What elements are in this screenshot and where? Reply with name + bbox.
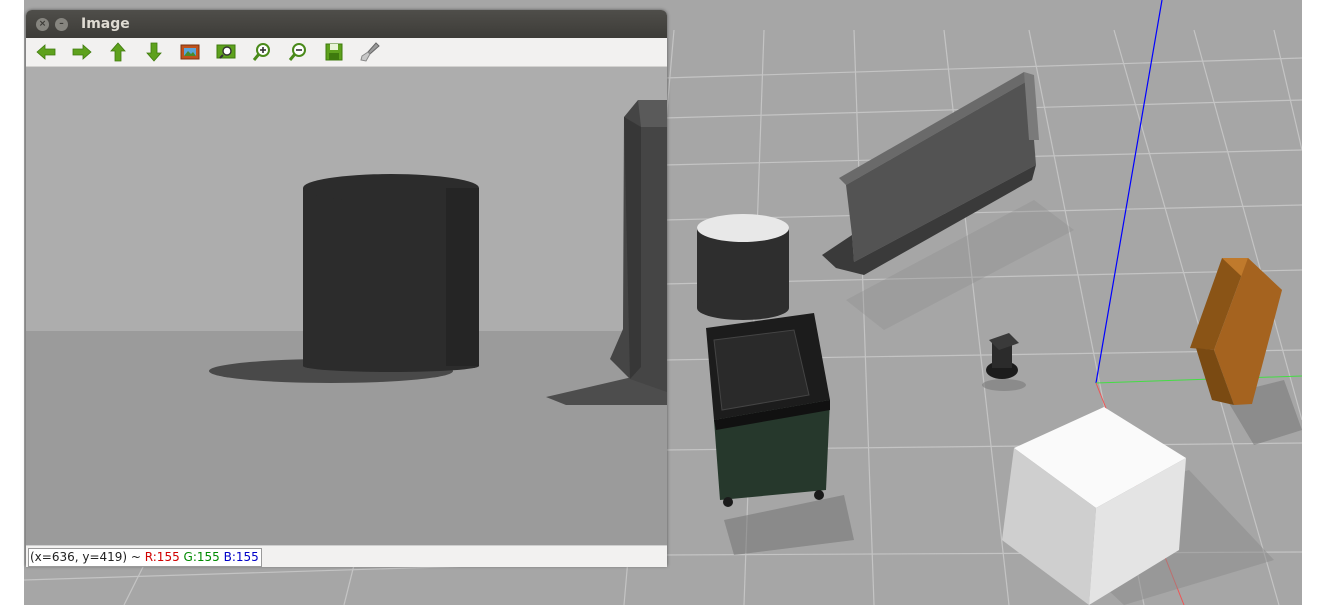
image-viewport[interactable] bbox=[26, 67, 667, 545]
up-arrow-icon[interactable] bbox=[106, 40, 130, 64]
forward-arrow-icon[interactable] bbox=[70, 40, 94, 64]
zoom-out-icon[interactable] bbox=[286, 40, 310, 64]
cylinder-in-image bbox=[303, 174, 479, 372]
minimize-icon[interactable]: – bbox=[55, 18, 68, 31]
blue-value: B:155 bbox=[223, 550, 259, 564]
down-arrow-icon[interactable] bbox=[142, 40, 166, 64]
status-bar: (x=636, y=419) ~ R:155 G:155 B:155 bbox=[26, 545, 667, 567]
close-icon[interactable]: × bbox=[36, 18, 49, 31]
zoom-in-icon[interactable] bbox=[250, 40, 274, 64]
pixel-readout: (x=636, y=419) ~ R:155 G:155 B:155 bbox=[28, 548, 262, 567]
image-view-window[interactable]: × – Image (x=636, y=419) ~ R:155 G:155 B… bbox=[26, 10, 667, 567]
save-icon[interactable] bbox=[322, 40, 346, 64]
green-value: G:155 bbox=[183, 550, 220, 564]
zoom-to-fit-icon[interactable] bbox=[214, 40, 238, 64]
back-arrow-icon[interactable] bbox=[34, 40, 58, 64]
pixel-coordinates: (x=636, y=419) ~ bbox=[30, 550, 145, 564]
window-titlebar[interactable]: × – Image bbox=[26, 10, 667, 38]
brush-icon[interactable] bbox=[358, 40, 382, 64]
red-value: R:155 bbox=[144, 550, 180, 564]
toolbar bbox=[26, 38, 667, 67]
window-title: Image bbox=[81, 16, 130, 32]
image-icon[interactable] bbox=[178, 40, 202, 64]
cylinder-model[interactable] bbox=[697, 214, 789, 320]
